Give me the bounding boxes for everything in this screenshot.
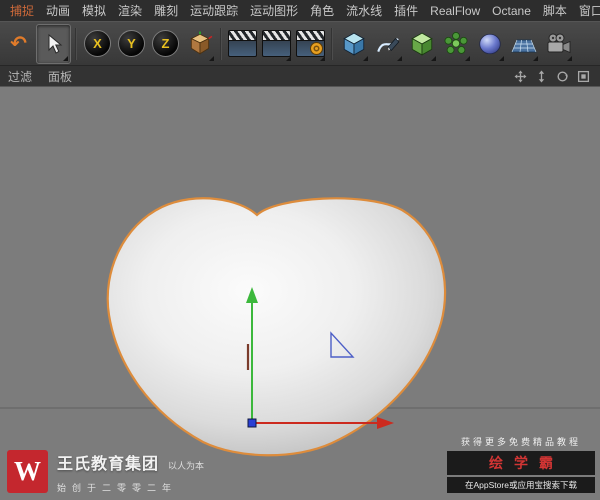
menu-item-octane[interactable]: Octane bbox=[486, 4, 537, 18]
toolbar-separator bbox=[75, 27, 77, 60]
lock-y-axis-button[interactable]: Y bbox=[115, 25, 148, 63]
brand-name: 王氏教育集团 bbox=[57, 456, 160, 473]
array-generator-button[interactable] bbox=[439, 25, 472, 63]
cinema4d-window: 捕捉 动画 模拟 渲染 雕刻 运动跟踪 运动图形 角色 流水线 插件 RealF… bbox=[0, 0, 600, 500]
menu-item-mograph[interactable]: 运动图形 bbox=[244, 2, 304, 19]
gear-icon bbox=[310, 42, 323, 55]
spline-pen-icon bbox=[376, 37, 399, 52]
menu-item-window[interactable]: 窗口 bbox=[573, 2, 600, 19]
lock-y-axis-icon: Y bbox=[118, 30, 145, 57]
floor-grid-button[interactable] bbox=[507, 25, 540, 63]
render-settings-button[interactable] bbox=[294, 25, 327, 63]
wangs-education-logo: W bbox=[7, 450, 48, 493]
lock-x-axis-button[interactable]: X bbox=[81, 25, 114, 63]
viewport-panel-menu[interactable]: 面板 bbox=[48, 68, 72, 85]
render-view-icon bbox=[228, 30, 257, 57]
toolbar-separator bbox=[220, 27, 222, 60]
menu-item-animation[interactable]: 动画 bbox=[40, 2, 76, 19]
floor-grid-icon bbox=[510, 39, 537, 52]
camera-button[interactable] bbox=[541, 25, 574, 63]
viewport-menubar: 过滤 面板 bbox=[0, 66, 600, 87]
render-picture-viewer-icon bbox=[262, 30, 291, 57]
viewport-nav-icons bbox=[513, 69, 592, 83]
toolbar-separator bbox=[331, 27, 333, 60]
spline-pen-button[interactable] bbox=[371, 25, 404, 63]
menu-item-render[interactable]: 渲染 bbox=[112, 2, 148, 19]
lock-z-axis-icon: Z bbox=[152, 30, 179, 57]
lock-x-axis-icon: X bbox=[84, 30, 111, 57]
menubar: 捕捉 动画 模拟 渲染 雕刻 运动跟踪 运动图形 角色 流水线 插件 RealF… bbox=[0, 0, 600, 21]
menu-item-motion-tracker[interactable]: 运动跟踪 bbox=[184, 2, 244, 19]
main-toolbar: ↶ X Y Z bbox=[0, 21, 600, 66]
appstore-line: 在AppStore或应用宝搜索下载 bbox=[447, 477, 595, 493]
menu-item-script[interactable]: 脚本 bbox=[537, 2, 573, 19]
live-selection-button[interactable] bbox=[36, 23, 71, 64]
promo-line: 获得更多免费精品教程 bbox=[460, 437, 581, 447]
lock-z-axis-button[interactable]: Z bbox=[149, 25, 182, 63]
undo-icon: ↶ bbox=[10, 32, 27, 55]
orbit-icon[interactable] bbox=[555, 69, 569, 83]
menu-item-pipeline[interactable]: 流水线 bbox=[340, 2, 388, 19]
subdivision-surface-button[interactable] bbox=[405, 25, 438, 63]
viewport-3d[interactable]: W 王氏教育集团 以人为本 始创于二零零二年 获得更多免费精品教程 绘学霸 在A… bbox=[0, 87, 600, 500]
pan-icon[interactable] bbox=[513, 69, 527, 83]
undo-button[interactable]: ↶ bbox=[2, 25, 35, 63]
axis-origin-handle[interactable] bbox=[247, 418, 257, 428]
camera-icon bbox=[547, 33, 570, 53]
menu-item-snap[interactable]: 捕捉 bbox=[4, 2, 40, 19]
array-generator-icon bbox=[444, 31, 467, 54]
brand-tagline: 以人为本 bbox=[168, 461, 205, 471]
render-view-button[interactable] bbox=[226, 25, 259, 63]
live-selection-icon bbox=[48, 33, 62, 54]
menu-item-plugins[interactable]: 插件 bbox=[388, 2, 424, 19]
add-primitive-cube-icon bbox=[342, 32, 365, 56]
heart-object[interactable] bbox=[106, 197, 447, 457]
watermark-right: 获得更多免费精品教程 绘学霸 在AppStore或应用宝搜索下载 bbox=[447, 435, 595, 493]
maximize-view-icon[interactable] bbox=[576, 69, 590, 83]
render-picture-viewer-button[interactable] bbox=[260, 25, 293, 63]
subdivision-surface-icon bbox=[410, 32, 433, 56]
dolly-icon[interactable] bbox=[534, 69, 548, 83]
coordinate-system-button[interactable] bbox=[183, 25, 216, 63]
render-settings-icon bbox=[296, 30, 325, 57]
deformer-button[interactable] bbox=[473, 25, 506, 63]
menu-item-sculpt[interactable]: 雕刻 bbox=[148, 2, 184, 19]
add-primitive-cube-button[interactable] bbox=[337, 25, 370, 63]
huixueba-brand: 绘学霸 bbox=[447, 451, 595, 475]
axis-x-arrowhead[interactable] bbox=[377, 417, 394, 429]
viewport-filter-menu[interactable]: 过滤 bbox=[8, 68, 32, 85]
watermark-left: W 王氏教育集团 以人为本 始创于二零零二年 bbox=[7, 450, 204, 494]
menu-item-realflow[interactable]: RealFlow bbox=[424, 4, 486, 18]
menu-item-character[interactable]: 角色 bbox=[304, 2, 340, 19]
menu-item-simulate[interactable]: 模拟 bbox=[76, 2, 112, 19]
coordinate-system-icon bbox=[189, 31, 212, 55]
deformer-icon bbox=[478, 33, 501, 54]
brand-subtitle: 始创于二零零二年 bbox=[57, 483, 178, 493]
